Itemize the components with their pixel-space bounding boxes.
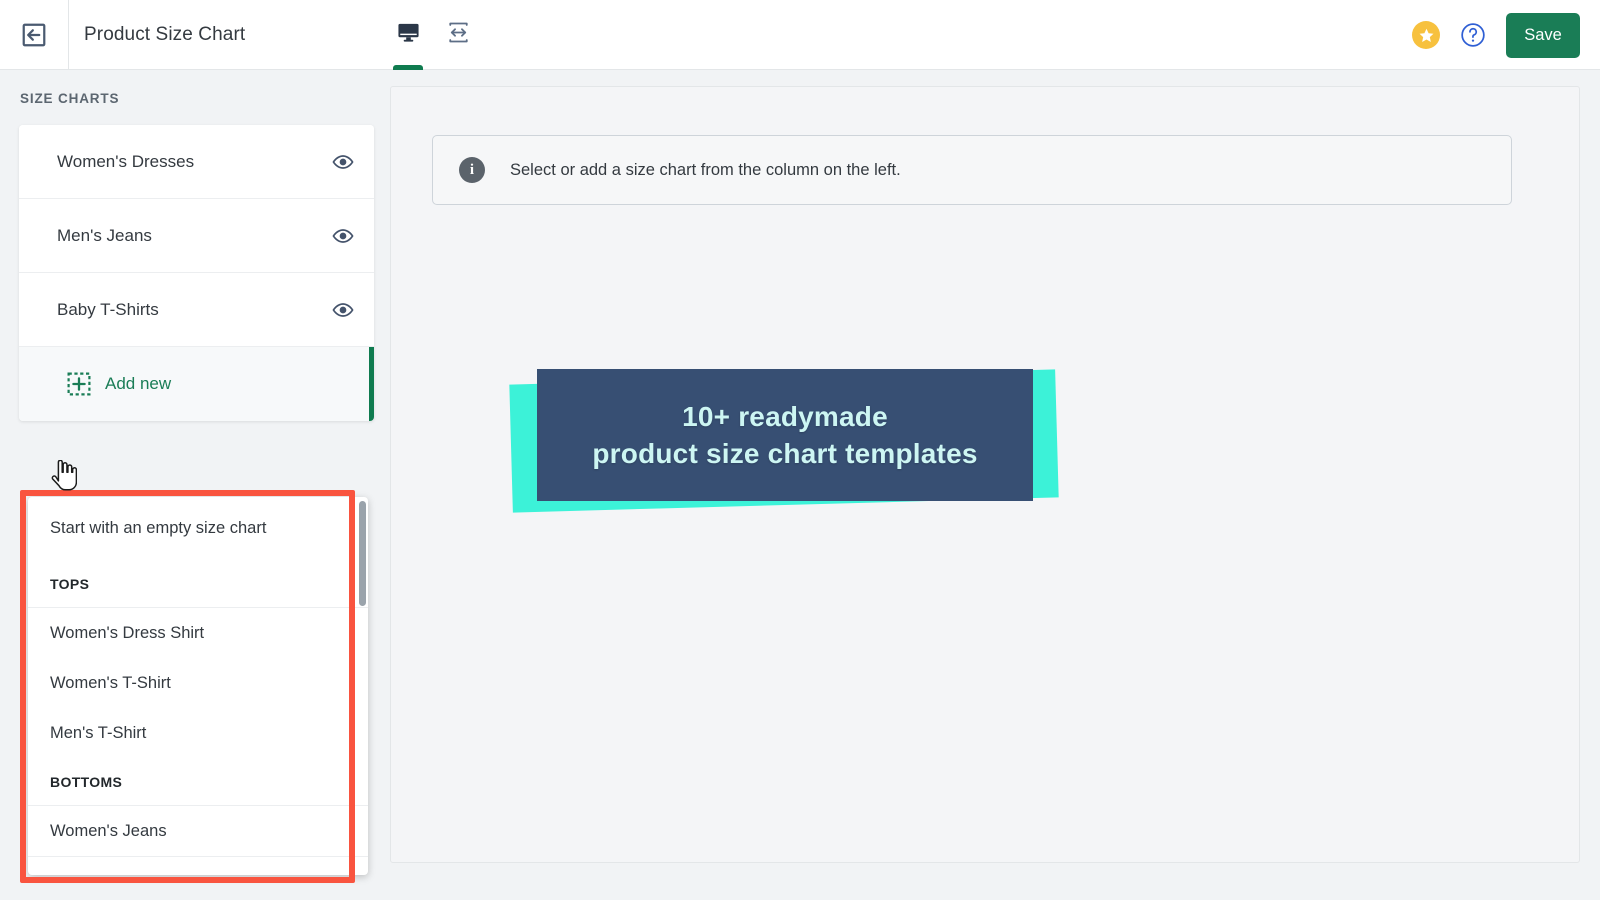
active-row-accent bbox=[369, 347, 374, 421]
question-mark-circle-icon[interactable] bbox=[1460, 22, 1486, 48]
dropdown-scrollbar-thumb[interactable] bbox=[359, 501, 366, 606]
pointing-hand-cursor bbox=[49, 459, 78, 492]
dropdown-group-tops: TOPS bbox=[50, 575, 90, 592]
info-icon: i bbox=[459, 157, 485, 183]
add-new-label: Add new bbox=[105, 374, 172, 393]
info-banner: i Select or add a size chart from the co… bbox=[432, 135, 1512, 205]
dropdown-item-womens-dress-shirt[interactable]: Women's Dress Shirt bbox=[50, 608, 368, 658]
eye-icon[interactable] bbox=[332, 299, 374, 321]
device-preview-tabs bbox=[392, 0, 474, 70]
sidebar-heading: SIZE CHARTS bbox=[20, 91, 120, 106]
tab-responsive-preview[interactable] bbox=[442, 0, 474, 70]
dropdown-item-womens-jeans[interactable]: Women's Jeans bbox=[50, 806, 368, 856]
list-item-label: Baby T-Shirts bbox=[57, 299, 159, 319]
top-bar: Product Size Chart Save bbox=[0, 0, 1600, 70]
eye-icon[interactable] bbox=[332, 151, 374, 173]
list-item-womens-dresses[interactable]: Women's Dresses bbox=[19, 125, 374, 199]
save-button[interactable]: Save bbox=[1506, 12, 1580, 58]
dropdown-section-intro: Start with an empty size chart TOPS bbox=[28, 497, 368, 608]
top-bar-actions: Save bbox=[1412, 0, 1580, 70]
add-new-button[interactable]: Add new bbox=[19, 347, 374, 421]
main-content-panel: i Select or add a size chart from the co… bbox=[390, 86, 1580, 863]
eye-icon[interactable] bbox=[332, 225, 374, 247]
dashed-plus-square-icon bbox=[67, 372, 91, 396]
promo-banner-card: 10+ readymade product size chart templat… bbox=[537, 369, 1033, 501]
dropdown-section-bottoms: Women's Jeans bbox=[28, 806, 368, 857]
desktop-monitor-icon bbox=[397, 21, 420, 49]
dropdown-item-mens-tshirt[interactable]: Men's T-Shirt bbox=[50, 708, 368, 758]
promo-line-2: product size chart templates bbox=[592, 437, 978, 469]
dropdown-group-bottoms: BOTTOMS bbox=[50, 773, 123, 790]
size-chart-list: Women's Dresses Men's Jeans Baby T-Shirt… bbox=[19, 125, 374, 421]
list-item-baby-tshirts[interactable]: Baby T-Shirts bbox=[19, 273, 374, 347]
sidebar: SIZE CHARTS Women's Dresses Men's Jeans bbox=[0, 70, 374, 900]
size-chart-editor-app: Product Size Chart Save SIZE CHARTS Wome… bbox=[0, 0, 1600, 900]
template-dropdown-menu: Start with an empty size chart TOPS Wome… bbox=[28, 497, 368, 875]
tab-desktop-preview[interactable] bbox=[392, 0, 424, 70]
dropdown-item-empty-chart[interactable]: Start with an empty size chart bbox=[50, 497, 368, 560]
star-icon[interactable] bbox=[1412, 21, 1440, 49]
info-banner-text: Select or add a size chart from the colu… bbox=[510, 160, 901, 179]
dropdown-section-tops: Women's Dress Shirt Women's T-Shirt Men'… bbox=[28, 608, 368, 806]
responsive-resize-icon bbox=[447, 21, 470, 49]
exit-left-arrow-icon bbox=[20, 21, 48, 49]
promo-banner: 10+ readymade product size chart templat… bbox=[509, 369, 1061, 514]
list-item-label: Men's Jeans bbox=[57, 225, 152, 245]
list-item-mens-jeans[interactable]: Men's Jeans bbox=[19, 199, 374, 273]
promo-line-1: 10+ readymade bbox=[682, 400, 888, 432]
back-button[interactable] bbox=[0, 0, 69, 69]
list-item-label: Women's Dresses bbox=[57, 151, 195, 171]
dropdown-item-womens-tshirt[interactable]: Women's T-Shirt bbox=[50, 658, 368, 708]
page-title: Product Size Chart bbox=[84, 24, 246, 45]
active-tab-underline bbox=[393, 65, 423, 70]
